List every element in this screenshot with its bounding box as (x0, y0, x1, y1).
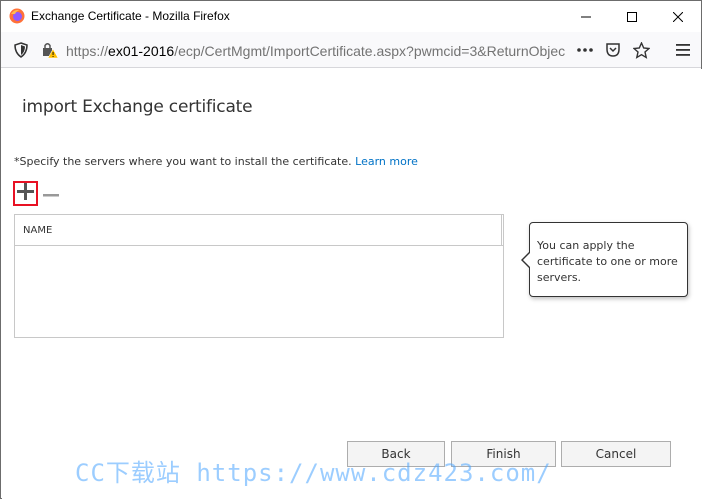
page-content: import Exchange certificate *Specify the… (2, 69, 702, 499)
minus-icon (43, 184, 59, 202)
url-host: ex01-2016 (108, 43, 175, 59)
url-path: /ecp/CertMgmt/ImportCertificate.aspx?pwm… (174, 43, 566, 59)
title-bar: Exchange Certificate - Mozilla Firefox (1, 1, 701, 32)
cancel-button[interactable]: Cancel (561, 441, 671, 467)
close-window-button[interactable] (655, 1, 701, 32)
page-actions-ellipsis-icon[interactable] (576, 42, 594, 58)
insecure-lock-warning-icon[interactable] (41, 41, 59, 59)
add-server-button[interactable] (13, 181, 38, 206)
navigation-bar: https://ex01-2016/ecp/CertMgmt/ImportCer… (1, 32, 701, 68)
column-divider (501, 215, 502, 246)
help-callout: You can apply the certificate to one or … (521, 222, 688, 297)
plus-icon (17, 182, 34, 205)
minimize-button[interactable] (563, 1, 609, 32)
remove-server-button[interactable] (42, 183, 60, 203)
tracking-protection-shield-icon[interactable] (13, 42, 29, 58)
column-header-name[interactable]: NAME (23, 225, 52, 236)
watermark-text: CC下载站 https://www.cdz423.com/ (75, 459, 552, 487)
maximize-button[interactable] (609, 1, 655, 32)
firefox-logo-icon (9, 8, 25, 24)
page-title: import Exchange certificate (22, 97, 253, 117)
pocket-icon[interactable] (604, 41, 622, 59)
hamburger-menu-icon[interactable] (675, 42, 691, 58)
instruction-label: *Specify the servers where you want to i… (14, 155, 352, 168)
learn-more-link[interactable]: Learn more (355, 155, 418, 168)
bookmark-star-icon[interactable] (632, 41, 650, 59)
instruction-text: *Specify the servers where you want to i… (14, 155, 418, 168)
table-header: NAME (15, 215, 503, 246)
window-title: Exchange Certificate - Mozilla Firefox (31, 9, 230, 23)
callout-text: You can apply the certificate to one or … (537, 239, 678, 284)
url-text[interactable]: https://ex01-2016/ecp/CertMgmt/ImportCer… (66, 43, 571, 59)
servers-table[interactable]: NAME (14, 214, 504, 338)
browser-window: Exchange Certificate - Mozilla Firefox h… (0, 0, 702, 499)
url-scheme: https:// (66, 43, 109, 59)
